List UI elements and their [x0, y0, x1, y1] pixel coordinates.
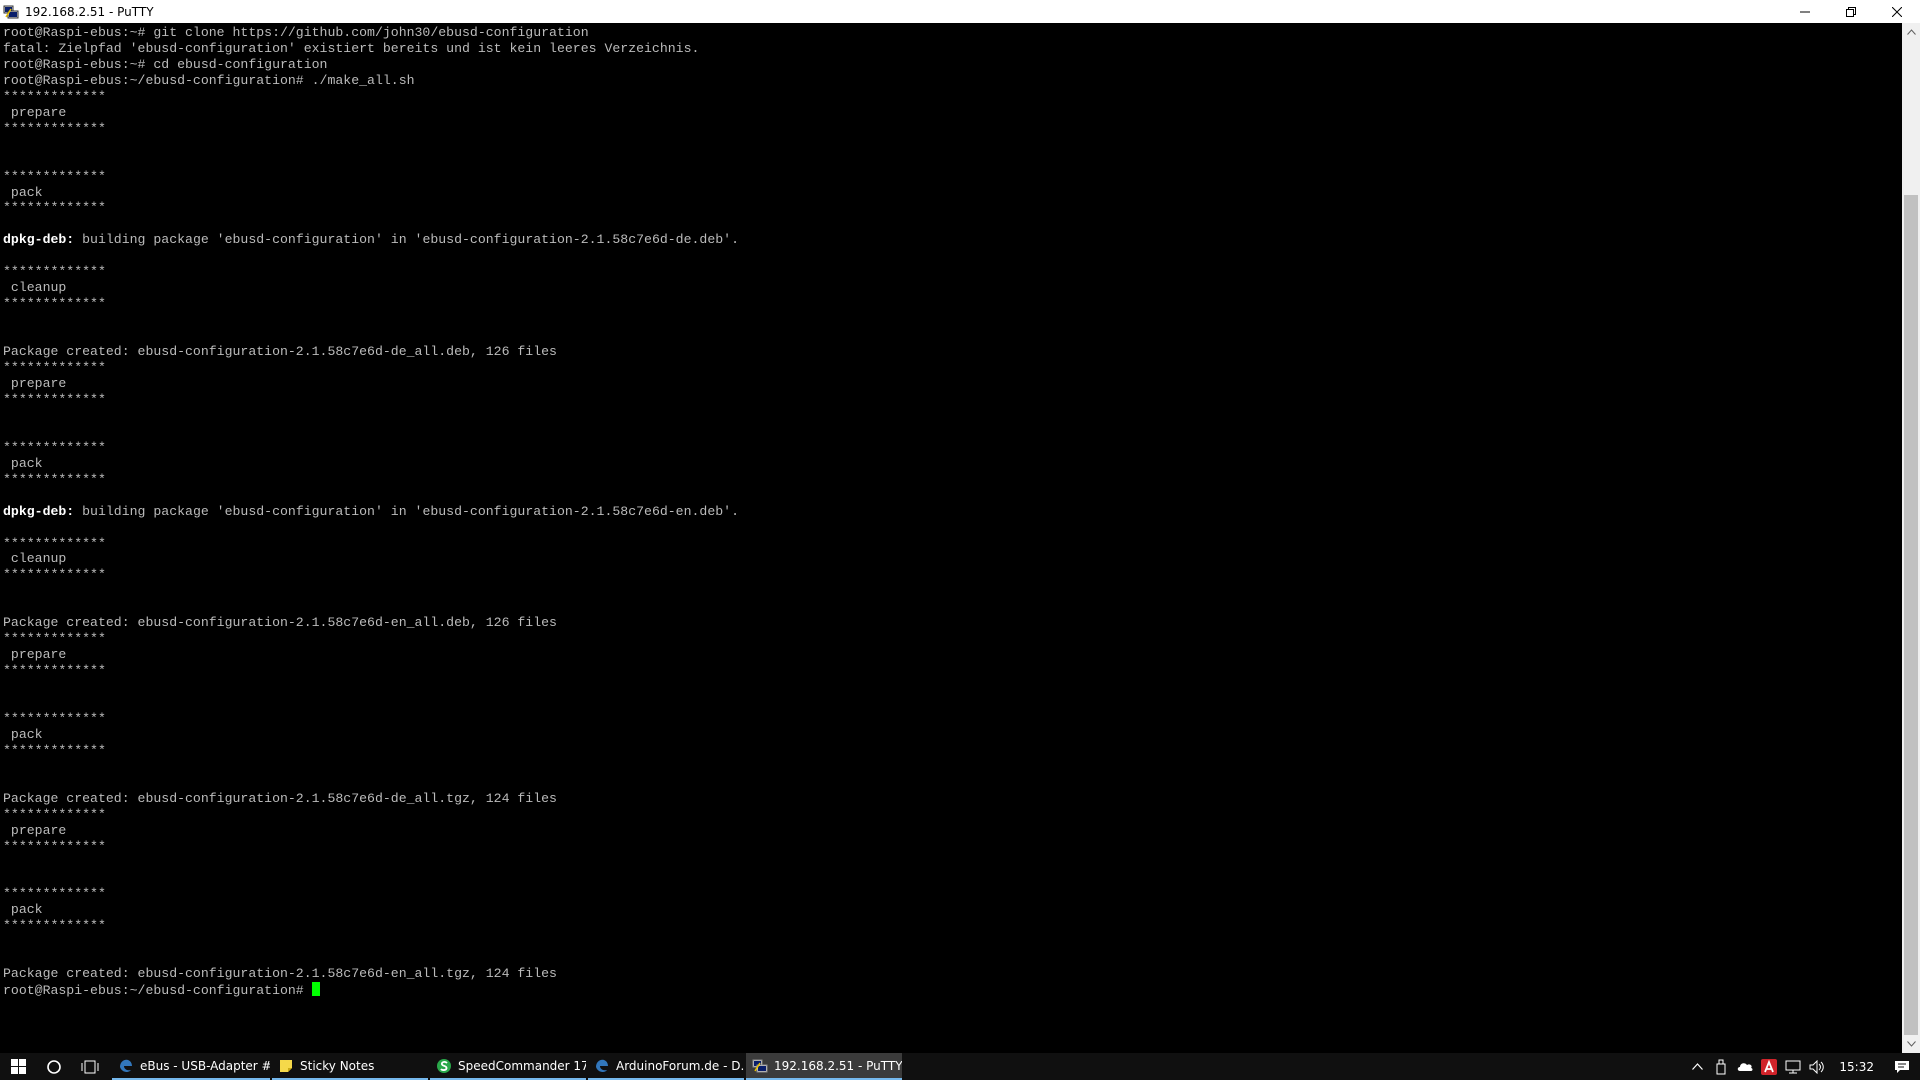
- terminal-line: root@Raspi-ebus:~# git clone https://git…: [3, 25, 589, 40]
- terminal-line: Package created: ebusd-configuration-2.1…: [3, 615, 557, 631]
- scroll-up-button[interactable]: [1902, 23, 1920, 41]
- taskbar-app-speedcommander[interactable]: SpeedCommander 17....: [430, 1053, 586, 1080]
- taskbar-clock[interactable]: 15:32: [1829, 1060, 1884, 1074]
- terminal-line: *************: [3, 838, 106, 854]
- terminal-line: prepare: [3, 647, 67, 663]
- terminal-line: root@Raspi-ebus:~/ebusd-configuration#: [3, 983, 312, 999]
- antivirus-icon: [1761, 1058, 1778, 1075]
- terminal-line: *************: [3, 471, 106, 487]
- usb-device-icon: [1716, 1059, 1726, 1074]
- terminal-line: *************: [3, 360, 106, 376]
- chevron-up-icon: [1691, 1063, 1703, 1070]
- terminal-line: *************: [3, 168, 106, 184]
- chevron-up-icon: [1906, 29, 1916, 35]
- chevron-down-icon: [1906, 1041, 1916, 1047]
- network-icon: [1785, 1060, 1801, 1073]
- terminal-line: prepare: [3, 104, 67, 120]
- terminal-line: *************: [3, 663, 106, 679]
- terminal-output[interactable]: root@Raspi-ebus:~# git clone https://git…: [0, 23, 1902, 1053]
- scroll-thumb[interactable]: [1904, 195, 1918, 1035]
- close-icon: [1892, 6, 1902, 17]
- close-button[interactable]: [1874, 0, 1920, 23]
- vertical-scrollbar[interactable]: [1902, 23, 1920, 1053]
- terminal-line: *************: [3, 391, 106, 407]
- terminal-line: root@Raspi-ebus:~/ebusd-configuration# .…: [3, 72, 415, 88]
- terminal-line: *************: [3, 264, 106, 280]
- task-view-button[interactable]: [72, 1053, 108, 1080]
- terminal-line: *************: [3, 296, 106, 312]
- volume-tray-button[interactable]: [1805, 1053, 1829, 1080]
- action-center-button[interactable]: [1884, 1053, 1920, 1080]
- terminal-line: dpkg-deb: building package 'ebusd-config…: [3, 232, 739, 248]
- window-title: 192.168.2.51 - PuTTY: [25, 4, 154, 19]
- start-button[interactable]: [0, 1053, 36, 1080]
- terminal-text: root@Raspi-ebus:~# git clone https://git…: [0, 23, 1902, 999]
- taskbar-app-arduinoforum-edge[interactable]: ArduinoForum.de - D...: [588, 1053, 744, 1080]
- terminal-line: *************: [3, 567, 106, 583]
- terminal-line: *************: [3, 918, 106, 934]
- terminal-line: pack: [3, 726, 43, 742]
- terminal-line: *************: [3, 120, 106, 136]
- edge-icon: [120, 1059, 132, 1072]
- network-tray-button[interactable]: [1781, 1053, 1805, 1080]
- show-hidden-icons-button[interactable]: [1685, 1053, 1709, 1080]
- window-titlebar[interactable]: 192.168.2.51 - PuTTY: [0, 0, 1920, 23]
- minimize-icon: [1800, 11, 1810, 12]
- usb-device-tray-button[interactable]: [1709, 1053, 1733, 1080]
- edge-icon: [596, 1059, 608, 1072]
- taskbar-app-label: SpeedCommander 17....: [458, 1058, 586, 1073]
- taskbar-app-label: eBus - USB-Adapter #...: [140, 1058, 270, 1073]
- scroll-down-button[interactable]: [1902, 1035, 1920, 1053]
- speaker-icon: [1809, 1059, 1825, 1074]
- terminal-line: cleanup: [3, 280, 67, 296]
- terminal-line: Package created: ebusd-configuration-2.1…: [3, 344, 557, 360]
- taskbar-app-label: ArduinoForum.de - D...: [616, 1058, 744, 1073]
- notification-icon: [1895, 1060, 1909, 1073]
- terminal-line: prepare: [3, 822, 67, 838]
- taskbar-app-sticky-notes[interactable]: Sticky Notes: [272, 1053, 428, 1080]
- taskbar-app-label: 192.168.2.51 - PuTTY: [774, 1058, 902, 1073]
- cortana-icon: [47, 1059, 61, 1074]
- terminal-line: *************: [3, 88, 106, 104]
- minimize-button[interactable]: [1782, 0, 1828, 23]
- search-button[interactable]: [36, 1053, 72, 1080]
- terminal-line: dpkg-deb: building package 'ebusd-config…: [3, 503, 739, 519]
- onedrive-tray-button[interactable]: [1733, 1053, 1757, 1080]
- terminal-line: Package created: ebusd-configuration-2.1…: [3, 966, 557, 982]
- terminal-line: Package created: ebusd-configuration-2.1…: [3, 790, 557, 806]
- terminal-cursor: [311, 982, 320, 997]
- task-view-icon: [81, 1060, 99, 1073]
- antivirus-tray-button[interactable]: [1757, 1053, 1781, 1080]
- cloud-icon: [1738, 1063, 1753, 1071]
- terminal-line: prepare: [3, 375, 67, 391]
- putty-icon: [752, 1059, 768, 1072]
- windows-icon: [10, 1059, 26, 1074]
- restore-icon: [1846, 6, 1856, 17]
- terminal-line: *************: [3, 806, 106, 822]
- terminal-line: *************: [3, 886, 106, 902]
- putty-icon: [3, 5, 19, 18]
- sticky-notes-icon: [280, 1059, 292, 1072]
- terminal-line: pack: [3, 902, 43, 918]
- terminal-line: fatal: Zielpfad 'ebusd-configuration' ex…: [3, 40, 700, 56]
- taskbar-app-label: Sticky Notes: [300, 1058, 375, 1073]
- system-tray: 15:32: [1685, 1053, 1920, 1080]
- terminal-line: pack: [3, 455, 43, 471]
- terminal-line: *************: [3, 742, 106, 758]
- speedcommander-icon: [437, 1058, 451, 1073]
- taskbar: eBus - USB-Adapter #... Sticky Notes Spe…: [0, 1053, 1920, 1080]
- terminal-line: *************: [3, 535, 106, 551]
- taskbar-app-ebus-edge[interactable]: eBus - USB-Adapter #...: [112, 1053, 270, 1080]
- terminal-line: cleanup: [3, 551, 67, 567]
- terminal-line: *************: [3, 710, 106, 726]
- terminal-line: *************: [3, 439, 106, 455]
- terminal-line: pack: [3, 184, 43, 200]
- restore-button[interactable]: [1828, 0, 1874, 23]
- terminal-line: *************: [3, 631, 106, 647]
- terminal-line: root@Raspi-ebus:~# cd ebusd-configuratio…: [3, 56, 328, 72]
- taskbar-app-putty[interactable]: 192.168.2.51 - PuTTY: [746, 1053, 902, 1080]
- terminal-line: *************: [3, 200, 106, 216]
